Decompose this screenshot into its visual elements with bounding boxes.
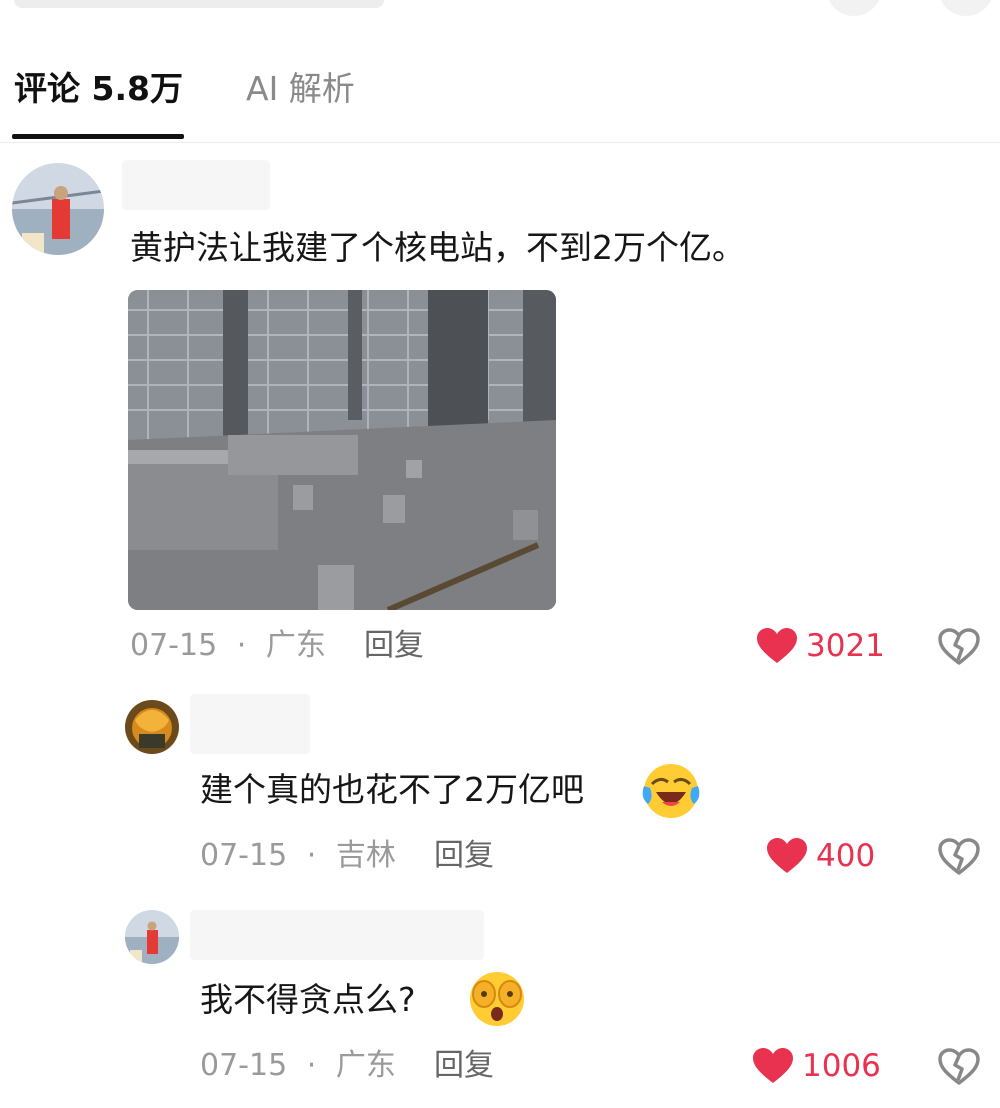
reply-button[interactable]: 回复 <box>434 1046 494 1086</box>
comment-location: 广东 <box>265 628 326 663</box>
comment-date: 07-15 <box>130 628 218 663</box>
comment-date: 07-15 <box>200 838 288 873</box>
heart-icon <box>753 1048 793 1083</box>
tab-ai-analysis[interactable]: AI 解析 <box>246 68 355 110</box>
meta-separator: · <box>306 1048 317 1083</box>
username-redacted[interactable] <box>190 910 484 960</box>
heart-icon <box>757 628 797 663</box>
dislike-button[interactable] <box>938 838 980 880</box>
tab-comments[interactable]: 评论 5.8万 <box>14 68 183 110</box>
like-count: 1006 <box>802 1048 881 1084</box>
top-close-button[interactable] <box>938 0 994 16</box>
laughing-crying-emoji <box>640 760 702 824</box>
avatar[interactable] <box>125 700 179 754</box>
comment-text: 建个真的也花不了2万亿吧 <box>200 770 584 809</box>
reply-button[interactable]: 回复 <box>364 626 424 666</box>
meta-separator: · <box>306 838 317 873</box>
face-covering-eyes-emoji <box>466 968 528 1032</box>
broken-heart-icon <box>938 1048 980 1085</box>
avatar[interactable] <box>125 910 179 964</box>
comment-meta: 07-15 · 广东 <box>200 1046 396 1086</box>
broken-heart-icon <box>938 838 980 875</box>
username-redacted[interactable] <box>122 160 270 210</box>
dislike-button[interactable] <box>938 1048 980 1090</box>
top-action-button[interactable] <box>826 0 882 16</box>
like-count: 3021 <box>806 628 885 664</box>
avatar[interactable] <box>12 163 104 255</box>
like-button[interactable]: 400 <box>766 836 875 876</box>
comment-photo[interactable] <box>128 290 556 610</box>
comment-location: 吉林 <box>335 838 396 873</box>
like-button[interactable]: 3021 <box>756 626 885 666</box>
comment-location: 广东 <box>335 1048 396 1083</box>
comment-meta: 07-15 · 吉林 <box>200 836 396 876</box>
heart-icon <box>767 838 807 873</box>
comment-date: 07-15 <box>200 1048 288 1083</box>
active-tab-indicator <box>12 134 184 139</box>
comment-meta: 07-15 · 广东 <box>130 626 326 666</box>
comment-text: 黄护法让我建了个核电站，不到2万个亿。 <box>130 228 745 267</box>
like-button[interactable]: 1006 <box>752 1046 881 1086</box>
broken-heart-icon <box>938 628 980 665</box>
dislike-button[interactable] <box>938 628 980 670</box>
title-fragment <box>14 0 384 8</box>
top-bar-partial <box>0 0 1000 16</box>
comment-tabs: 评论 5.8万 AI 解析 <box>0 40 1000 143</box>
comment-text: 我不得贪点么? <box>200 980 416 1019</box>
reply-button[interactable]: 回复 <box>434 836 494 876</box>
username-redacted[interactable] <box>190 694 310 754</box>
like-count: 400 <box>816 838 876 874</box>
meta-separator: · <box>236 628 247 663</box>
